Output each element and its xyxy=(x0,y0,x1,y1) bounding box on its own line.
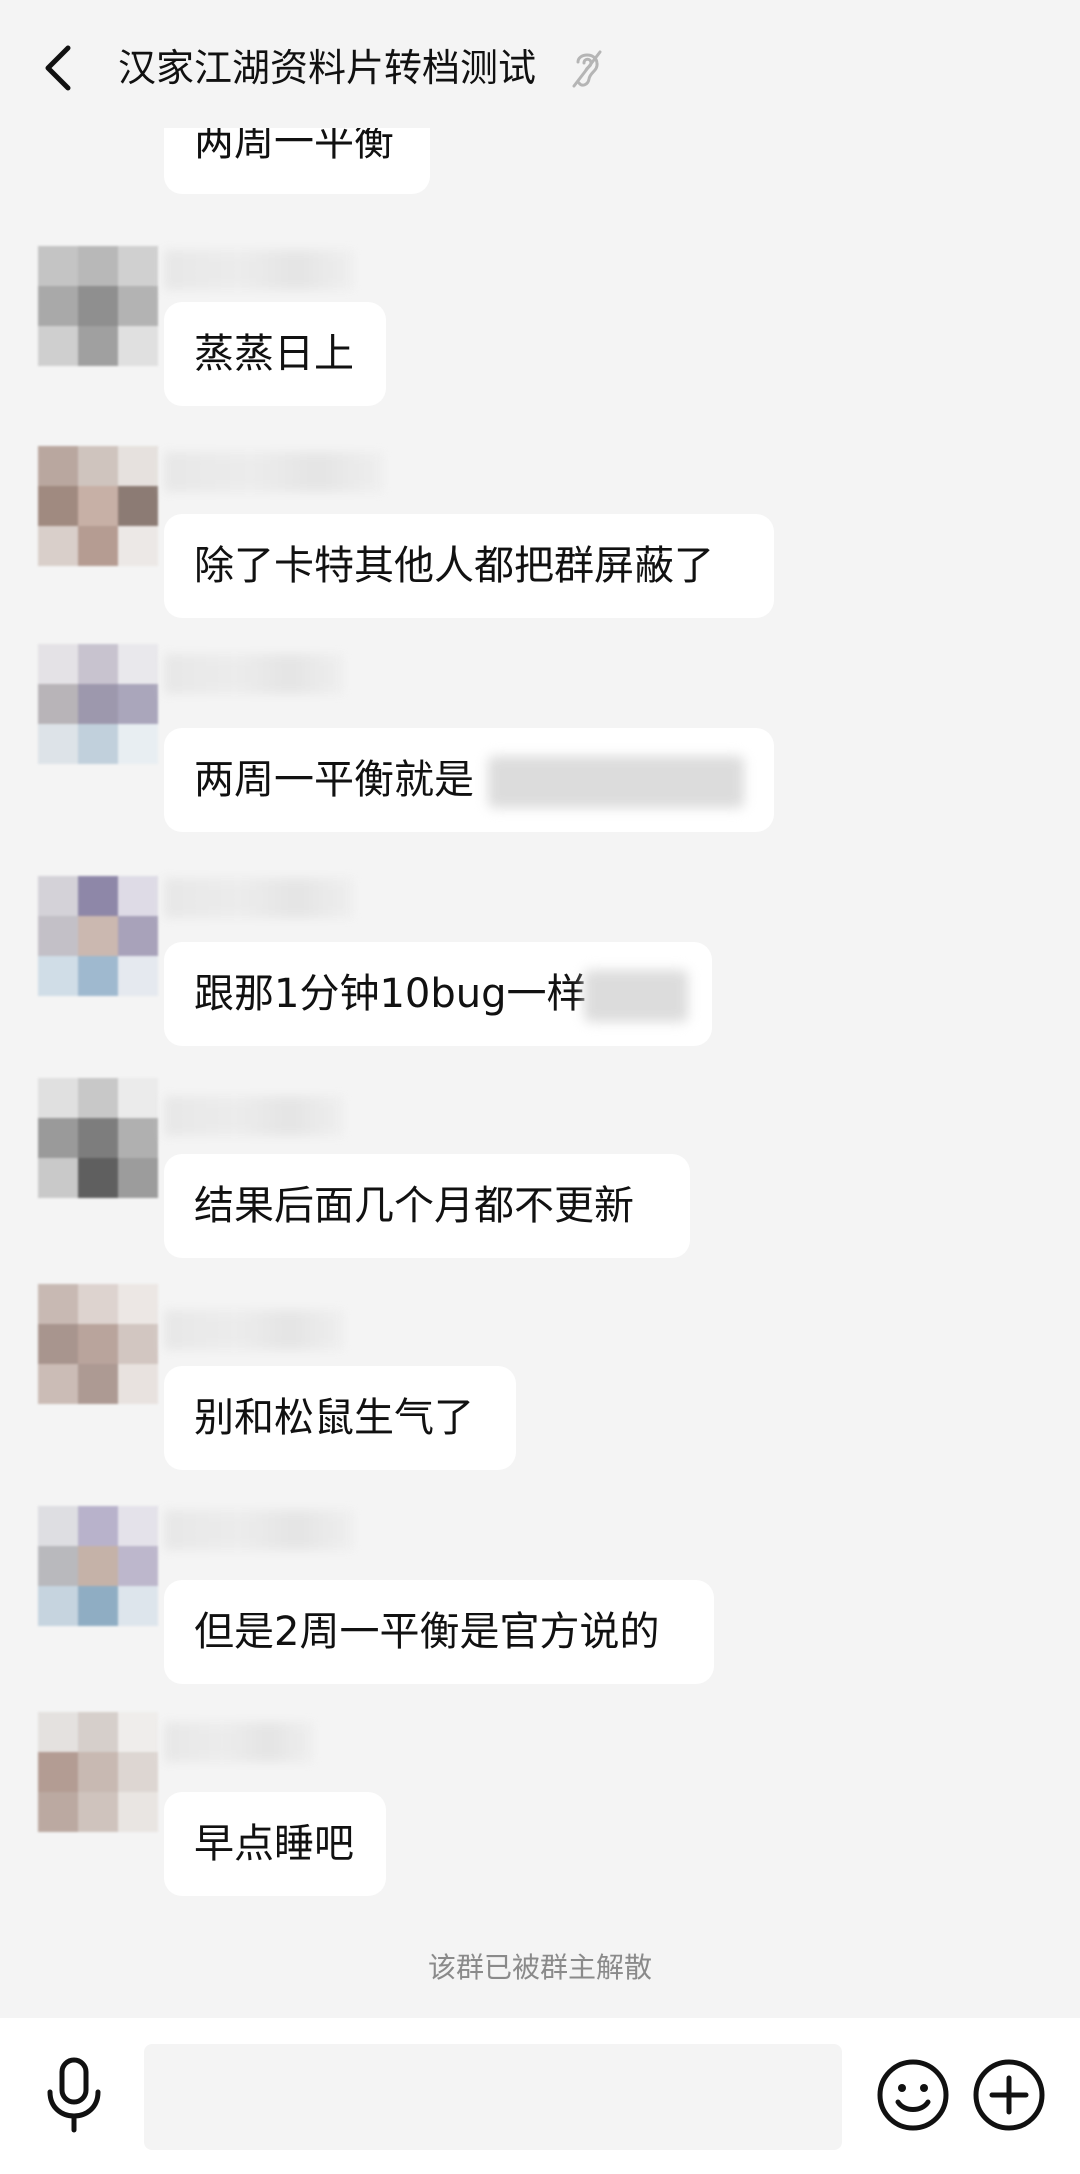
message-bubble[interactable]: 早点睡吧 xyxy=(164,1792,386,1896)
avatar[interactable] xyxy=(38,246,158,366)
message-input[interactable] xyxy=(144,2044,842,2150)
message-text: 别和松鼠生气了 xyxy=(194,1395,474,1441)
sender-name-redacted xyxy=(164,654,344,694)
avatar[interactable] xyxy=(38,644,158,764)
sender-name-redacted xyxy=(164,1310,344,1350)
avatar[interactable] xyxy=(38,1078,158,1198)
message-text: 结果后面几个月都不更新 xyxy=(194,1183,634,1229)
chat-title[interactable]: 汉家江湖资料片转档测试 xyxy=(118,42,536,94)
message-list[interactable]: 两周一平衡 蒸蒸日上 除了卡特其他人都把群屏蔽了 两周一平衡就是 跟那1分钟10… xyxy=(0,0,1080,1940)
message-text: 早点睡吧 xyxy=(194,1821,354,1867)
message-text: 两周一平衡就是 xyxy=(194,757,474,803)
message-bubble[interactable]: 除了卡特其他人都把群屏蔽了 xyxy=(164,514,774,618)
message-text: 但是2周一平衡是官方说的 xyxy=(194,1609,660,1655)
message-bubble[interactable]: 跟那1分钟10bug一样 xyxy=(164,942,712,1046)
chat-header: 汉家江湖资料片转档测试 xyxy=(0,0,1080,128)
avatar[interactable] xyxy=(38,1284,158,1404)
emoji-icon[interactable] xyxy=(876,2058,950,2132)
redacted-text xyxy=(584,970,688,1022)
plus-icon[interactable] xyxy=(972,2058,1046,2132)
message-bubble[interactable]: 两周一平衡就是 xyxy=(164,728,774,832)
message-text: 除了卡特其他人都把群屏蔽了 xyxy=(194,543,714,589)
avatar[interactable] xyxy=(38,1506,158,1626)
avatar[interactable] xyxy=(38,446,158,566)
sender-name-redacted xyxy=(164,250,354,290)
message-text: 跟那1分钟10bug一样 xyxy=(194,971,587,1017)
message-text: 蒸蒸日上 xyxy=(194,331,354,377)
message-bubble[interactable]: 别和松鼠生气了 xyxy=(164,1366,516,1470)
sender-name-redacted xyxy=(164,878,354,918)
message-bubble[interactable]: 但是2周一平衡是官方说的 xyxy=(164,1580,714,1684)
redacted-text xyxy=(488,756,744,808)
avatar[interactable] xyxy=(38,876,158,996)
message-bubble[interactable]: 蒸蒸日上 xyxy=(164,302,386,406)
ear-icon xyxy=(570,48,604,90)
input-bar xyxy=(0,2018,1080,2174)
group-dissolved-notice: 该群已被群主解散 xyxy=(427,1951,652,1984)
sender-name-redacted xyxy=(164,1510,354,1550)
sender-name-redacted xyxy=(164,1096,344,1136)
avatar[interactable] xyxy=(38,1712,158,1832)
sender-name-redacted xyxy=(164,452,384,492)
microphone-icon[interactable] xyxy=(42,2056,106,2134)
sender-name-redacted xyxy=(164,1722,314,1762)
message-bubble[interactable]: 结果后面几个月都不更新 xyxy=(164,1154,690,1258)
chevron-left-icon[interactable] xyxy=(38,40,78,96)
